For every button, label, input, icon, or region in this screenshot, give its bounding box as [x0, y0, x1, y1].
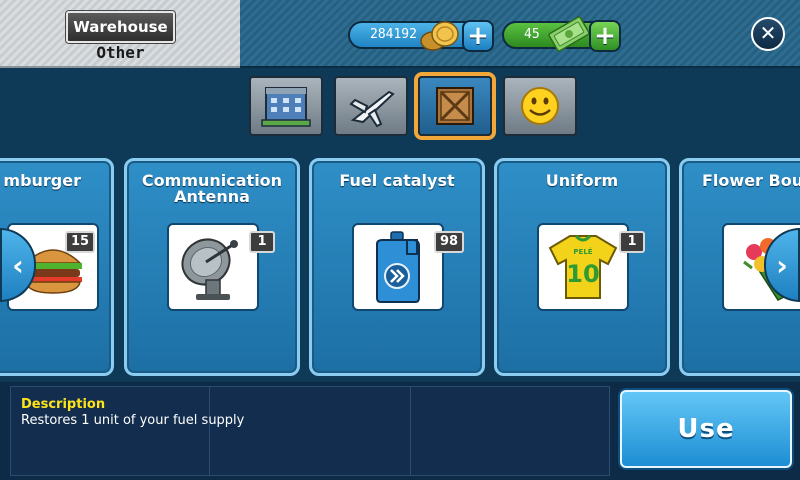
description-panel: Description Restores 1 unit of your fuel…: [10, 386, 610, 476]
svg-text:PELÉ: PELÉ: [573, 247, 592, 256]
item-card[interactable]: Communication Antenna 1: [124, 158, 300, 376]
item-quantity: 1: [249, 231, 275, 253]
tab-buildings[interactable]: [249, 76, 323, 136]
item-image-box: PELÉ 10: [537, 223, 629, 311]
svg-text:10: 10: [566, 260, 599, 288]
smiley-icon: [521, 87, 559, 125]
divider: [410, 387, 411, 475]
page-title: Warehouse: [66, 11, 175, 43]
tab-smileys[interactable]: [503, 76, 577, 136]
item-carousel: mburger 15 Communication Antenna 1 Fuel …: [0, 148, 800, 382]
item-card[interactable]: Fuel catalyst 98: [309, 158, 485, 376]
item-image-box: [167, 223, 259, 311]
item-quantity: 98: [434, 231, 465, 253]
bottom-bar: Description Restores 1 unit of your fuel…: [0, 382, 800, 480]
satellite-dish-icon: [181, 238, 238, 300]
item-title: Fuel catalyst: [339, 171, 455, 190]
fuel-can-icon: [376, 231, 420, 303]
banknote-icon: [547, 16, 591, 52]
coin-stack-icon: [419, 19, 461, 53]
item-title: Uniform: [545, 171, 619, 190]
add-coins-button[interactable]: +: [462, 20, 494, 52]
page-subtitle: Other: [96, 43, 145, 62]
item-title: mburger: [3, 171, 81, 190]
crate-icon: [436, 87, 474, 125]
add-cash-button[interactable]: +: [589, 20, 621, 52]
tab-crates[interactable]: [418, 76, 492, 136]
item-quantity: 15: [65, 231, 96, 253]
divider: [209, 387, 210, 475]
close-button[interactable]: ✕: [751, 17, 785, 51]
jersey-icon: PELÉ 10: [548, 234, 618, 299]
category-tab-bar: [0, 68, 800, 148]
building-icon: [261, 87, 311, 127]
tab-aircraft[interactable]: [334, 76, 408, 136]
chevron-left-icon: ‹: [12, 248, 24, 282]
item-quantity: 1: [619, 231, 645, 253]
item-image-box: [352, 223, 444, 311]
use-button[interactable]: Use: [620, 390, 792, 468]
item-title: Flower Bou: [702, 171, 800, 190]
airplane-icon: [349, 90, 395, 128]
chevron-right-icon: ›: [776, 248, 788, 282]
description-label: Description: [21, 397, 106, 412]
description-text: Restores 1 unit of your fuel supply: [21, 413, 245, 428]
item-title: Communication Antenna: [141, 171, 283, 206]
item-card[interactable]: Uniform PELÉ 10 1: [494, 158, 670, 376]
